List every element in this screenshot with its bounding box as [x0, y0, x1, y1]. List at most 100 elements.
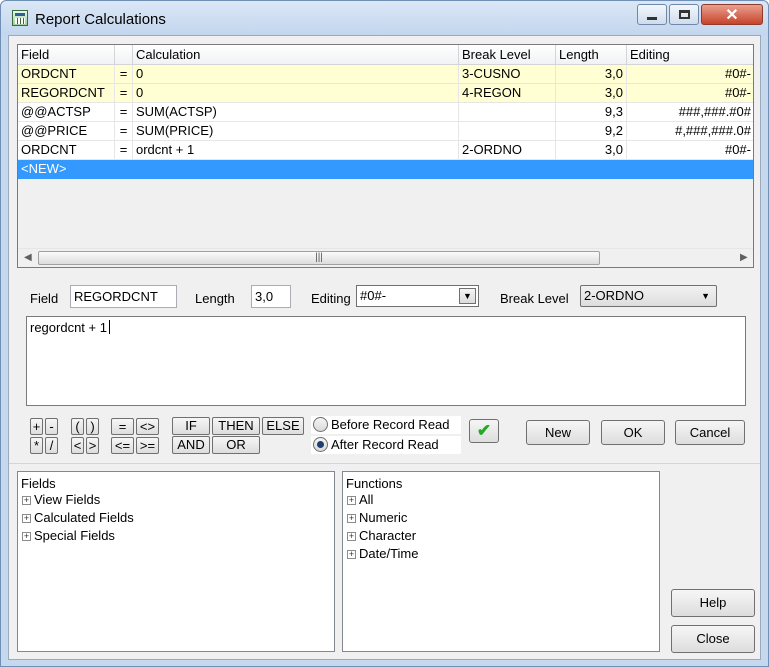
keyword-if-button[interactable]: IF: [172, 417, 210, 435]
fields-tree[interactable]: Fields + View Fields + Calculated Fields +…: [17, 471, 335, 652]
scroll-left-icon[interactable]: ◀: [24, 252, 32, 263]
minimize-button[interactable]: [637, 4, 667, 25]
expand-icon[interactable]: +: [22, 514, 31, 523]
keyword-else-button[interactable]: ELSE: [262, 417, 304, 435]
table-row[interactable]: @@PRICE = SUM(PRICE) 9,2 #,###,###.0#: [18, 122, 753, 141]
operator-divide-button[interactable]: /: [45, 437, 58, 454]
maximize-button[interactable]: [669, 4, 699, 25]
column-header-field[interactable]: Field: [18, 45, 115, 65]
cell-editing: #0#-: [627, 141, 753, 160]
before-record-read-radio[interactable]: [313, 417, 328, 432]
operator-multiply-button[interactable]: *: [30, 437, 43, 454]
field-input[interactable]: REGORDCNT: [70, 285, 177, 308]
table-row[interactable]: REGORDCNT = 0 4-REGON 3,0 #0#-: [18, 84, 753, 103]
operator-lparen-button[interactable]: (: [71, 418, 84, 435]
after-record-read-label: After Record Read: [331, 437, 439, 452]
column-header-editing[interactable]: Editing: [627, 45, 753, 65]
text-caret: [108, 320, 110, 334]
tree-node-numeric[interactable]: + Numeric: [347, 510, 407, 526]
close-button[interactable]: Close: [671, 625, 755, 653]
cell-break-level: 4-REGON: [459, 84, 556, 103]
validate-button[interactable]: ✔: [469, 419, 499, 443]
operator-greater-than-button[interactable]: >: [86, 437, 99, 454]
ok-button[interactable]: OK: [601, 420, 665, 445]
after-record-read-radio[interactable]: [313, 437, 328, 452]
cell-length: 3,0: [556, 65, 627, 84]
cell-field: REGORDCNT: [18, 84, 115, 103]
operator-not-equal-button[interactable]: <>: [136, 418, 159, 435]
tree-node-label: Numeric: [359, 510, 408, 525]
dialog-client-area: Field Calculation Break Level Length Edi…: [8, 35, 761, 660]
length-label: Length: [195, 291, 235, 306]
tree-node-special-fields[interactable]: + Special Fields: [22, 528, 115, 544]
operator-less-equal-button[interactable]: <=: [111, 437, 134, 454]
column-header-break-level[interactable]: Break Level: [459, 45, 556, 65]
title-bar[interactable]: Report Calculations ✕: [1, 1, 768, 35]
break-level-combo[interactable]: 2-ORDNO ▼: [580, 285, 717, 307]
grid-horizontal-scrollbar[interactable]: ◀ ||| ▶: [18, 248, 753, 267]
column-header-operator[interactable]: [115, 45, 133, 65]
tree-node-calculated-fields[interactable]: + Calculated Fields: [22, 510, 134, 526]
help-button[interactable]: Help: [671, 589, 755, 617]
cell-calculation: SUM(ACTSP): [133, 103, 459, 122]
scroll-right-icon[interactable]: ▶: [740, 252, 748, 263]
before-record-read-option[interactable]: Before Record Read: [311, 416, 461, 434]
cell-break-level: 2-ORDNO: [459, 141, 556, 160]
table-row[interactable]: @@ACTSP = SUM(ACTSP) 9,3 ###,###.#0#: [18, 103, 753, 122]
chevron-down-icon[interactable]: ▼: [459, 288, 476, 304]
tree-node-label: Date/Time: [359, 546, 419, 561]
editing-combo[interactable]: #0#- ▼: [356, 285, 479, 307]
cell-operator: =: [115, 65, 133, 84]
keyword-then-button[interactable]: THEN: [212, 417, 260, 435]
column-header-length[interactable]: Length: [556, 45, 627, 65]
expression-text: regordcnt + 1: [30, 320, 107, 335]
expand-icon[interactable]: +: [347, 532, 356, 541]
operator-rparen-button[interactable]: ): [86, 418, 99, 435]
after-record-read-option[interactable]: After Record Read: [311, 436, 461, 454]
new-row[interactable]: <NEW>: [18, 160, 753, 179]
tree-node-view-fields[interactable]: + View Fields: [22, 492, 100, 508]
operator-less-than-button[interactable]: <: [71, 437, 84, 454]
cell-editing: #0#-: [627, 84, 753, 103]
new-button[interactable]: New: [526, 420, 590, 445]
operator-greater-equal-button[interactable]: >=: [136, 437, 159, 454]
cell-field: @@ACTSP: [18, 103, 115, 122]
operator-plus-button[interactable]: +: [30, 418, 43, 435]
operator-minus-button[interactable]: -: [45, 418, 58, 435]
before-record-read-label: Before Record Read: [331, 417, 450, 432]
close-icon: ✕: [725, 6, 739, 24]
break-level-label: Break Level: [500, 291, 569, 306]
section-divider: [9, 463, 760, 464]
cell-break-level: [459, 103, 556, 122]
cell-editing: ###,###.#0#: [627, 103, 753, 122]
expand-icon[interactable]: +: [347, 550, 356, 559]
calculator-app-icon: [12, 10, 28, 26]
calculations-grid[interactable]: Field Calculation Break Level Length Edi…: [17, 44, 754, 268]
column-header-calculation[interactable]: Calculation: [133, 45, 459, 65]
cell-calculation: 0: [133, 84, 459, 103]
table-row[interactable]: ORDCNT = ordcnt + 1 2-ORDNO 3,0 #0#-: [18, 141, 753, 160]
grid-header: Field Calculation Break Level Length Edi…: [18, 45, 753, 65]
tree-node-label: Calculated Fields: [34, 510, 134, 525]
editing-combo-value: #0#-: [360, 288, 387, 303]
tree-node-date-time[interactable]: + Date/Time: [347, 546, 418, 562]
expand-icon[interactable]: +: [347, 496, 356, 505]
operator-equals-button[interactable]: =: [111, 418, 134, 435]
tree-node-all[interactable]: + All: [347, 492, 373, 508]
functions-tree[interactable]: Functions + All + Numeric + Character + Date…: [342, 471, 660, 652]
close-window-button[interactable]: ✕: [701, 4, 763, 25]
keyword-or-button[interactable]: OR: [212, 436, 260, 454]
keyword-and-button[interactable]: AND: [172, 436, 210, 454]
cell-operator: =: [115, 122, 133, 141]
scrollbar-thumb[interactable]: |||: [38, 251, 600, 265]
cancel-button[interactable]: Cancel: [675, 420, 745, 445]
expression-editor[interactable]: regordcnt + 1: [26, 316, 746, 406]
expand-icon[interactable]: +: [22, 496, 31, 505]
cell-length: 9,3: [556, 103, 627, 122]
cell-length: 9,2: [556, 122, 627, 141]
tree-node-character[interactable]: + Character: [347, 528, 416, 544]
expand-icon[interactable]: +: [22, 532, 31, 541]
expand-icon[interactable]: +: [347, 514, 356, 523]
table-row[interactable]: ORDCNT = 0 3-CUSNO 3,0 #0#-: [18, 65, 753, 84]
length-input[interactable]: 3,0: [251, 285, 291, 308]
